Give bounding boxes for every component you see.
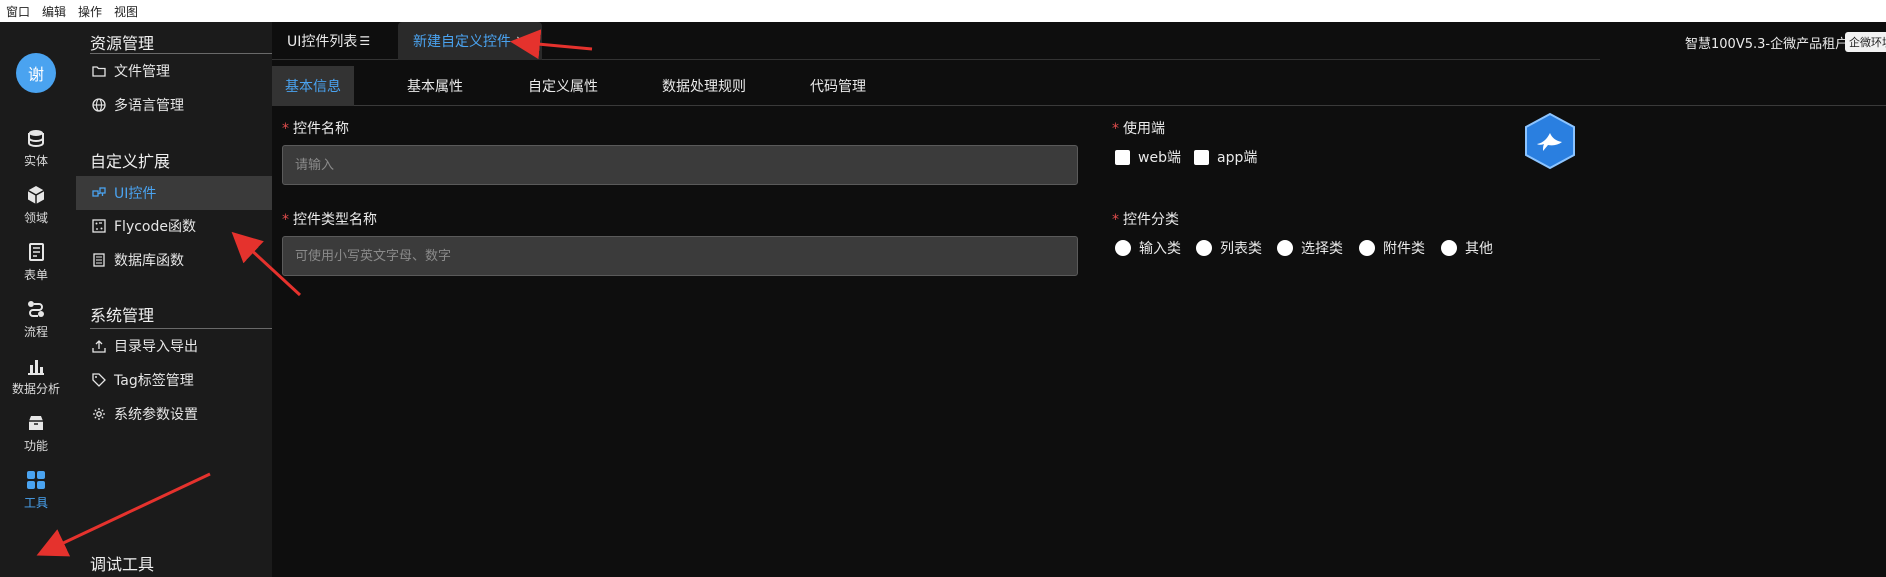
divider bbox=[90, 53, 272, 54]
flow-icon bbox=[28, 300, 44, 317]
control-type-label: * 控件类型名称 bbox=[282, 212, 377, 228]
sidebar-item-ui-control[interactable]: UI控件 bbox=[76, 176, 272, 210]
terminal-label: * 使用端 bbox=[1112, 121, 1165, 137]
db-function-icon bbox=[93, 253, 105, 267]
icon-rail: 谢 实体 领域 表单 流程 数据分析 功能 工具 bbox=[0, 22, 72, 577]
tab-label: UI控件列表 bbox=[287, 34, 358, 50]
rail-item-flow[interactable]: 流程 bbox=[0, 291, 72, 347]
sidebar-item-tag-management[interactable]: Tag标签管理 bbox=[92, 364, 272, 396]
section-title-debug: 调试工具 bbox=[90, 555, 155, 574]
rail-item-function[interactable]: 功能 bbox=[0, 405, 72, 461]
sidebar-item-label: 目录导入导出 bbox=[114, 339, 198, 355]
sidebar-item-db-function[interactable]: 数据库函数 bbox=[92, 244, 272, 276]
sidebar-item-catalog-import-export[interactable]: 目录导入导出 bbox=[92, 330, 272, 362]
tab-basic-info[interactable]: 基本信息 bbox=[272, 66, 354, 106]
rail-item-analytics[interactable]: 数据分析 bbox=[0, 348, 72, 404]
sidebar-item-label: 数据库函数 bbox=[114, 253, 184, 269]
rail-item-label: 实体 bbox=[23, 153, 48, 168]
radio-other-type[interactable]: 其他 bbox=[1441, 238, 1493, 258]
tab-label: 新建自定义控件 bbox=[413, 34, 511, 50]
page-tabs: UI控件列表 ☰ 新建自定义控件 × bbox=[272, 22, 1600, 60]
rail-item-tools[interactable]: 工具 bbox=[0, 462, 72, 518]
rail-item-label: 流程 bbox=[23, 324, 48, 339]
checkbox-box[interactable] bbox=[1115, 149, 1130, 165]
menu-action[interactable]: 操作 bbox=[78, 3, 102, 20]
radio-dot[interactable] bbox=[1277, 240, 1293, 256]
radio-dot[interactable] bbox=[1115, 240, 1131, 256]
sidebar-item-label: 文件管理 bbox=[114, 64, 170, 80]
tab-data-rules[interactable]: 数据处理规则 bbox=[662, 66, 746, 106]
tab-ui-control-list[interactable]: UI控件列表 ☰ bbox=[272, 22, 385, 60]
env-badge: 企微环境 bbox=[1845, 32, 1886, 52]
radio-dot[interactable] bbox=[1441, 240, 1457, 256]
main-content: UI控件列表 ☰ 新建自定义控件 × 智慧100V5.3-企微产品租户 企微环境… bbox=[272, 22, 1886, 577]
app-checkbox[interactable]: app端 bbox=[1194, 147, 1257, 167]
code-icon bbox=[92, 219, 106, 233]
upload-icon bbox=[92, 340, 106, 353]
database-icon bbox=[28, 129, 44, 147]
section-title-resources: 资源管理 bbox=[90, 34, 155, 53]
sidebar-item-flycode[interactable]: Flycode函数 bbox=[92, 210, 272, 242]
control-type-input[interactable] bbox=[282, 236, 1078, 276]
tag-icon bbox=[92, 373, 106, 387]
radio-dot[interactable] bbox=[1359, 240, 1375, 256]
sidebar-item-label: UI控件 bbox=[114, 186, 157, 202]
ui-control-icon bbox=[92, 187, 106, 197]
radio-input-type[interactable]: 输入类 bbox=[1115, 238, 1181, 258]
radio-select-type[interactable]: 选择类 bbox=[1277, 238, 1343, 258]
radio-attachment-type[interactable]: 附件类 bbox=[1359, 238, 1425, 258]
menu-window[interactable]: 窗口 bbox=[6, 3, 30, 20]
close-icon[interactable]: × bbox=[515, 33, 527, 49]
sidebar-item-system-params[interactable]: 系统参数设置 bbox=[92, 398, 272, 430]
menu-bar: 窗口 编辑 操作 视图 bbox=[0, 0, 1886, 22]
category-label: * 控件分类 bbox=[1112, 212, 1179, 228]
divider bbox=[90, 328, 272, 329]
rail-item-form[interactable]: 表单 bbox=[0, 234, 72, 290]
sidebar-item-label: 多语言管理 bbox=[114, 98, 184, 114]
sidebar-item-label: 系统参数设置 bbox=[114, 407, 198, 423]
sidebar-item-file-management[interactable]: 文件管理 bbox=[92, 55, 272, 87]
section-title-extensions: 自定义扩展 bbox=[90, 152, 171, 171]
radio-dot[interactable] bbox=[1196, 240, 1212, 256]
rail-item-label: 表单 bbox=[23, 267, 48, 282]
control-name-input[interactable] bbox=[282, 145, 1078, 185]
rail-item-label: 功能 bbox=[23, 438, 48, 453]
settings-icon bbox=[93, 408, 105, 420]
box-icon bbox=[29, 415, 43, 430]
sidebar-item-label: Tag标签管理 bbox=[114, 373, 194, 389]
checkbox-box[interactable] bbox=[1194, 149, 1209, 165]
sidebar-item-label: Flycode函数 bbox=[114, 219, 196, 235]
tab-code-management[interactable]: 代码管理 bbox=[810, 66, 866, 106]
sub-tabs: 基本信息 基本属性 自定义属性 数据处理规则 代码管理 bbox=[272, 66, 1886, 106]
bar-chart-icon bbox=[28, 359, 44, 375]
rail-item-label: 数据分析 bbox=[11, 381, 60, 396]
web-checkbox[interactable]: web端 bbox=[1115, 147, 1181, 167]
tab-basic-properties[interactable]: 基本属性 bbox=[407, 66, 463, 106]
control-name-label: * 控件名称 bbox=[282, 121, 349, 137]
avatar[interactable]: 谢 bbox=[16, 53, 56, 93]
folder-icon bbox=[92, 66, 106, 77]
tab-custom-properties[interactable]: 自定义属性 bbox=[528, 66, 598, 106]
cube-icon bbox=[27, 185, 45, 204]
globe-icon bbox=[92, 98, 106, 112]
rail-item-entity[interactable]: 实体 bbox=[0, 120, 72, 176]
grid-icon bbox=[27, 470, 45, 489]
menu-icon[interactable]: ☰ bbox=[359, 34, 370, 48]
menu-edit[interactable]: 编辑 bbox=[42, 3, 66, 20]
sidebar-item-i18n[interactable]: 多语言管理 bbox=[92, 89, 272, 121]
tab-new-custom-control[interactable]: 新建自定义控件 × bbox=[398, 22, 542, 60]
rail-item-label: 领域 bbox=[23, 210, 48, 225]
rail-item-domain[interactable]: 领域 bbox=[0, 177, 72, 233]
radio-list-type[interactable]: 列表类 bbox=[1196, 238, 1262, 258]
menu-view[interactable]: 视图 bbox=[114, 3, 138, 20]
bird-logo-icon[interactable] bbox=[1522, 112, 1578, 170]
section-title-system: 系统管理 bbox=[90, 306, 155, 325]
tenant-name[interactable]: 智慧100V5.3-企微产品租户 bbox=[1685, 33, 1848, 52]
sidebar: 资源管理 文件管理 多语言管理 自定义扩展 UI控件 Flycode函数 数据库… bbox=[72, 22, 272, 577]
form-icon bbox=[29, 242, 44, 261]
rail-item-label: 工具 bbox=[23, 495, 48, 510]
